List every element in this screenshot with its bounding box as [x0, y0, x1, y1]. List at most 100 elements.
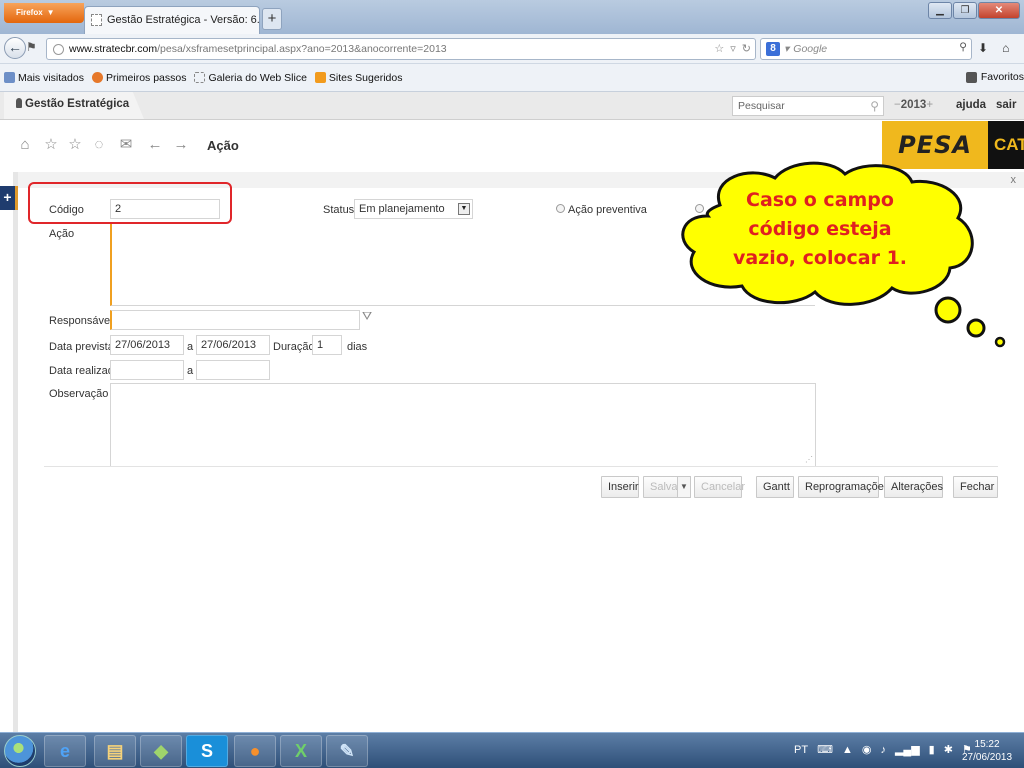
favorites-button[interactable]: Favoritos — [965, 71, 1024, 83]
bookmark-label: Mais visitados — [18, 71, 84, 84]
tab-title: Gestão Estratégica - Versão: 6.00.02 - L… — [107, 14, 260, 26]
planned-start-input[interactable]: 27/06/2013 — [110, 335, 184, 355]
bluetooth-icon[interactable]: ✱ — [944, 743, 953, 756]
done-start-input[interactable] — [110, 360, 184, 380]
home-icon[interactable]: ⌂ — [16, 136, 34, 154]
back-arrow-icon[interactable]: ← — [146, 136, 164, 154]
search-engine-dropdown-icon[interactable]: ▾ — [784, 43, 789, 55]
close-window-icon[interactable]: ✕ — [978, 2, 1020, 19]
close-icon[interactable]: x — [1011, 174, 1017, 186]
app-title[interactable]: Gestão Estratégica — [4, 92, 144, 119]
chevron-down-icon[interactable]: ▼ — [458, 203, 470, 215]
observation-textarea[interactable]: ⋰ — [110, 383, 816, 467]
home-icon[interactable]: ⌂ — [1002, 41, 1009, 55]
status-select[interactable]: Em planejamento ▼ — [354, 199, 473, 219]
thought-dot-small — [994, 336, 1006, 348]
days-label: dias — [347, 341, 368, 353]
volume-icon[interactable]: ♪ — [880, 744, 886, 756]
insert-button[interactable]: Inserir — [601, 476, 639, 498]
app-title-label: Gestão Estratégica — [25, 98, 130, 110]
app-search-input[interactable]: Pesquisar ⚲ — [732, 96, 884, 116]
year-next-button[interactable]: + — [926, 99, 933, 111]
excel-icon[interactable]: X — [280, 735, 322, 767]
reschedules-button[interactable]: Reprogramações — [798, 476, 889, 498]
responsible-input[interactable] — [110, 310, 360, 330]
signal-icon[interactable]: ▂▄▆ — [895, 743, 920, 756]
cancel-button[interactable]: Cancelar — [694, 476, 745, 498]
language-indicator[interactable]: PT — [794, 744, 808, 756]
system-tray: PT ⌨ ▲ ◉ ♪ ▂▄▆ ▮ ✱ ⚑ — [794, 743, 972, 757]
download-icon[interactable]: ⬇ — [978, 41, 988, 55]
status-value: Em planejamento — [359, 203, 445, 215]
planned-to-label: a — [187, 341, 194, 353]
status-label: Status — [323, 204, 355, 216]
year-selector[interactable]: −2013+ — [894, 99, 933, 111]
internet-explorer-icon[interactable]: e — [44, 735, 86, 767]
add-favorite-icon[interactable]: ☆ — [42, 136, 60, 154]
new-tab-button[interactable]: + — [262, 8, 282, 30]
done-end-input[interactable] — [196, 360, 270, 380]
firefox-menu-button[interactable]: Firefox ▼ — [4, 3, 84, 23]
resize-grip-icon[interactable]: ⋰ — [805, 455, 813, 464]
back-arrow-icon[interactable]: ← — [4, 37, 26, 59]
filter-icon[interactable]: ⛛ — [362, 309, 372, 324]
firefox-icon[interactable]: ● — [234, 735, 276, 767]
paint-icon[interactable]: ✎ — [326, 735, 368, 767]
minimize-icon[interactable]: ▁ — [928, 2, 952, 19]
start-button[interactable] — [4, 735, 36, 767]
year-prev-button[interactable]: − — [894, 99, 901, 111]
favorites-icon[interactable]: ☆ — [66, 136, 84, 154]
bookmark-web-slice[interactable]: Galeria do Web Slice — [194, 72, 307, 84]
bookmark-star-icon[interactable]: ☆ — [714, 42, 724, 55]
logout-link[interactable]: sair — [996, 99, 1016, 111]
chevron-down-icon[interactable]: ▼ — [677, 476, 691, 498]
duration-label: Duração — [273, 341, 315, 353]
save-button[interactable]: Salvar — [643, 476, 681, 498]
firefox-menu-label: Firefox — [16, 8, 43, 17]
comment-icon[interactable]: ◌ — [90, 136, 108, 154]
page-icon — [194, 72, 206, 83]
address-bar[interactable]: www.stratecbr.com/pesa/xsframesetprincip… — [46, 38, 756, 60]
close-button[interactable]: Fechar — [953, 476, 998, 498]
network-icon[interactable]: ◉ — [862, 743, 872, 756]
identity-icon[interactable]: ⚑ — [26, 40, 42, 56]
bookmark-most-visited[interactable]: Mais visitados — [4, 72, 84, 84]
chevron-down-icon: ▼ — [46, 8, 55, 17]
url-path: /pesa/xsframesetprincipal.aspx?ano=2013&… — [157, 43, 447, 55]
show-hidden-icons-icon[interactable]: ▲ — [842, 744, 853, 756]
keyboard-icon[interactable]: ⌨ — [817, 743, 833, 756]
code-highlight-box — [28, 182, 232, 224]
file-explorer-icon[interactable]: ▤ — [94, 735, 136, 767]
reload-icon[interactable]: ↻ — [742, 42, 751, 55]
bookmark-getting-started[interactable]: Primeiros passos — [91, 72, 186, 84]
action-label: Ação — [49, 228, 75, 240]
preventive-radio[interactable] — [556, 204, 565, 213]
media-player-icon[interactable]: ◆ — [140, 735, 182, 767]
battery-icon[interactable]: ▮ — [929, 743, 935, 756]
forward-arrow-icon[interactable]: → — [172, 136, 190, 154]
bookmark-suggested-sites[interactable]: Sites Sugeridos — [314, 72, 402, 84]
help-link[interactable]: ajuda — [956, 99, 986, 111]
history-dropdown-icon[interactable]: ▿ — [730, 42, 736, 55]
preventive-label: Ação preventiva — [568, 204, 647, 216]
thought-dot-medium — [966, 318, 986, 338]
mail-icon[interactable]: ✉ — [117, 136, 135, 154]
browser-tab[interactable]: Gestão Estratégica - Versão: 6.00.02 - L… — [84, 6, 260, 34]
url-tools: ☆ ▿ ↻ — [714, 42, 751, 55]
search-icon[interactable]: ⚲ — [870, 99, 879, 113]
url-host: www.stratecbr.com — [69, 43, 158, 55]
restore-icon[interactable]: ❐ — [953, 2, 977, 19]
planned-end-input[interactable]: 27/06/2013 — [196, 335, 270, 355]
duration-input[interactable]: 1 — [312, 335, 342, 355]
skype-icon[interactable]: S — [186, 735, 228, 767]
system-clock[interactable]: 15:22 27/06/2013 — [962, 738, 1012, 764]
gantt-button[interactable]: Gantt — [756, 476, 794, 498]
search-bar[interactable]: 8 ▾ Google ⚲ — [760, 38, 972, 60]
search-engine-name: Google — [793, 43, 828, 55]
firefox-icon — [91, 72, 103, 83]
changes-button[interactable]: Alterações — [884, 476, 943, 498]
search-icon[interactable]: ⚲ — [959, 41, 967, 53]
app-search-placeholder: Pesquisar — [738, 100, 785, 112]
year-value: 2013 — [900, 99, 927, 111]
expand-panel-button[interactable]: + — [0, 186, 18, 210]
